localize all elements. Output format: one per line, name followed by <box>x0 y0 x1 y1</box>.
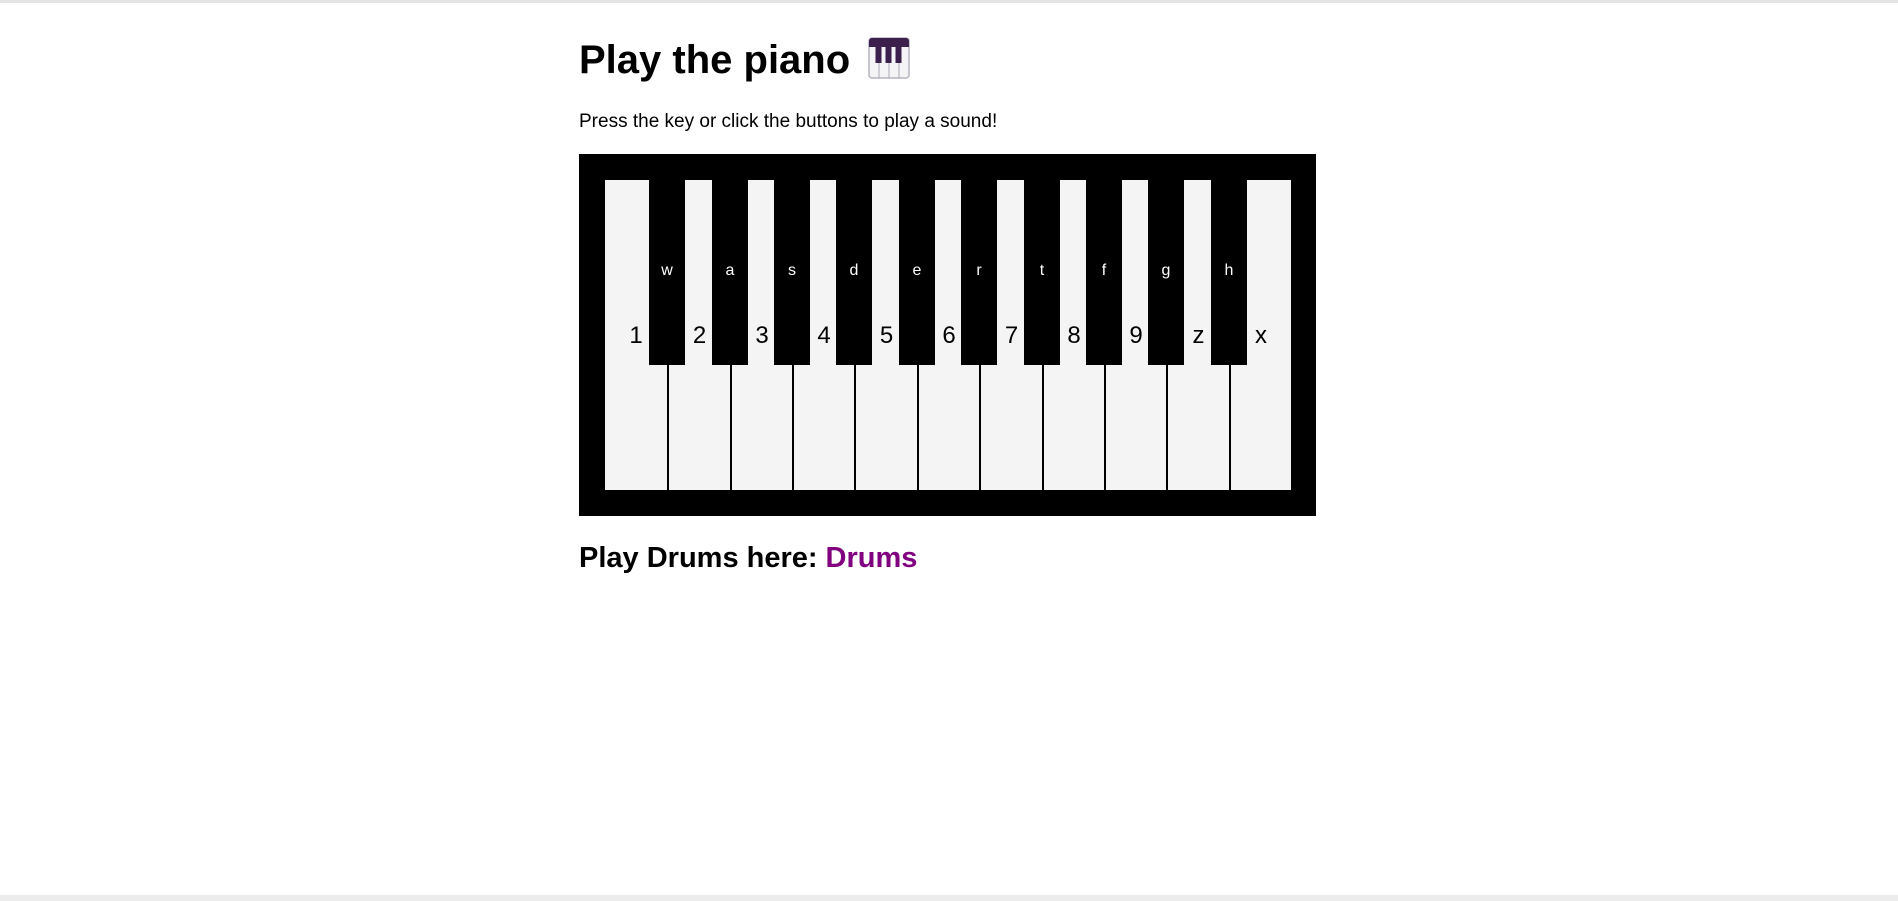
black-key-label: r <box>976 262 982 279</box>
black-key-label: f <box>1101 262 1107 279</box>
black-key[interactable]: r <box>961 180 997 365</box>
black-key-label: t <box>1039 262 1045 279</box>
black-key[interactable]: f <box>1086 180 1122 365</box>
drums-label: Play Drums here: <box>579 542 818 574</box>
black-key[interactable]: s <box>774 180 810 365</box>
bottom-border <box>0 895 1898 901</box>
instructions-text: Press the key or click the buttons to pl… <box>579 111 998 132</box>
drums-row: Play Drums here: Drums <box>579 541 917 575</box>
top-border <box>0 0 1898 3</box>
drums-link[interactable]: Drums <box>826 542 918 574</box>
black-key-label: h <box>1224 262 1234 279</box>
black-key-label: e <box>912 262 922 279</box>
black-key[interactable]: w <box>649 180 685 365</box>
title-row: Play the piano <box>579 34 910 86</box>
black-key-label: g <box>1161 262 1171 279</box>
black-key-label: s <box>788 262 796 279</box>
black-key-label: d <box>849 262 859 279</box>
black-key[interactable]: a <box>712 180 748 365</box>
black-key[interactable]: h <box>1211 180 1247 365</box>
black-key[interactable]: e <box>899 180 935 365</box>
black-key[interactable]: g <box>1148 180 1184 365</box>
page-title: Play the piano <box>579 38 851 82</box>
black-key[interactable]: d <box>836 180 872 365</box>
black-key[interactable]: t <box>1024 180 1060 365</box>
piano-keys-icon <box>868 37 910 79</box>
piano-keyboard: 123456789zxwasdertfgh <box>579 154 1316 516</box>
black-key-label: a <box>725 262 735 279</box>
black-key-label: w <box>661 262 673 279</box>
piano-keys: 123456789zxwasdertfgh <box>605 180 1291 490</box>
